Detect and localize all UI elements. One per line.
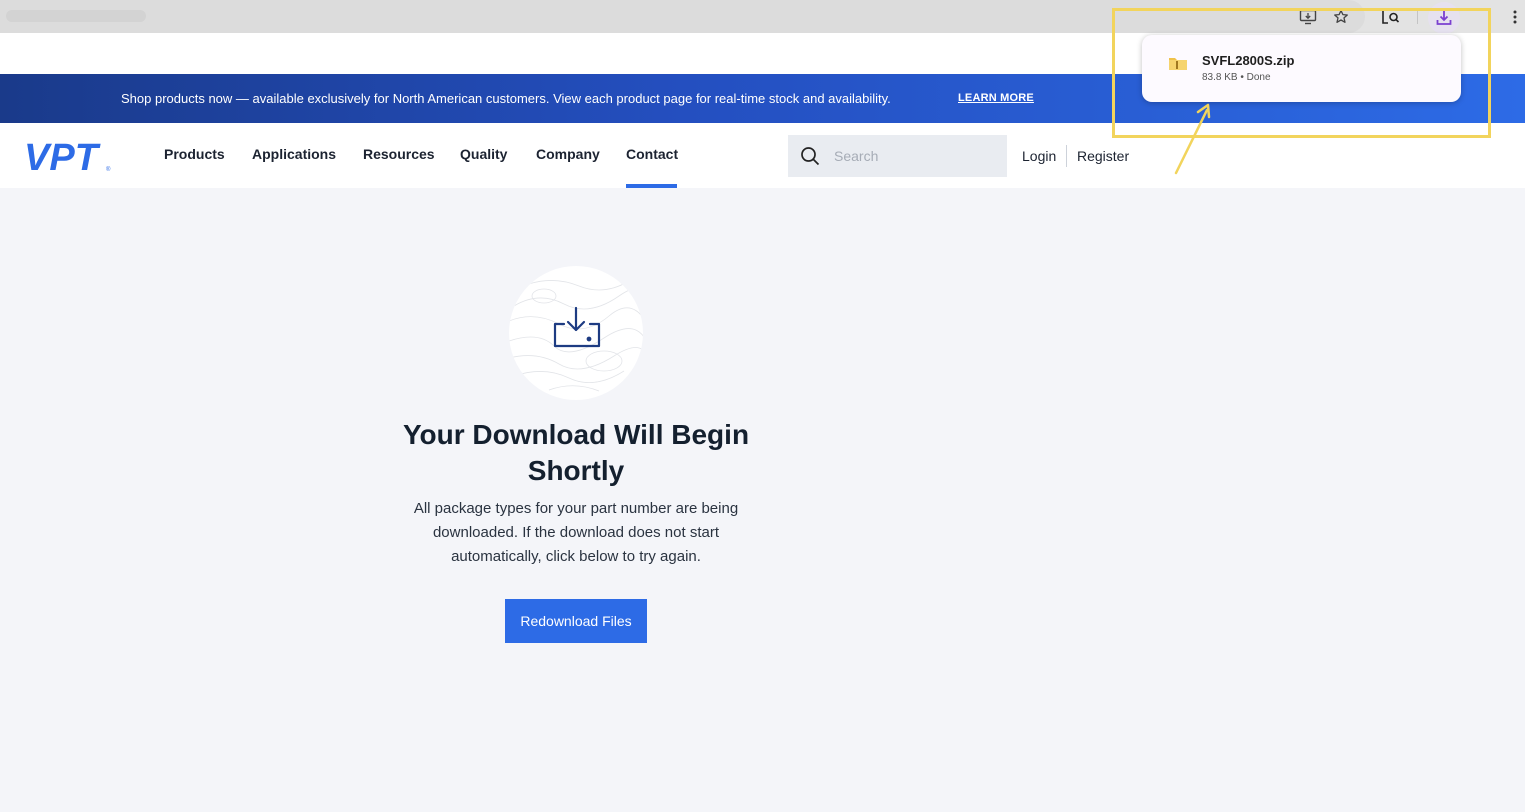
download-file-name[interactable]: SVFL2800S.zip bbox=[1202, 53, 1294, 68]
nav-applications[interactable]: Applications bbox=[252, 146, 336, 162]
toolbar-separator bbox=[1417, 10, 1418, 24]
logo-text: VPT bbox=[24, 139, 101, 173]
zip-folder-icon bbox=[1168, 55, 1188, 76]
search-input[interactable] bbox=[834, 145, 994, 167]
redownload-files-button[interactable]: Redownload Files bbox=[505, 599, 647, 643]
nav-contact[interactable]: Contact bbox=[626, 146, 678, 162]
nav-resources[interactable]: Resources bbox=[363, 146, 435, 162]
install-app-icon[interactable] bbox=[1297, 6, 1319, 28]
register-link[interactable]: Register bbox=[1077, 148, 1129, 164]
address-bar-url-blurred bbox=[6, 10, 146, 22]
login-link[interactable]: Login bbox=[1022, 148, 1056, 164]
download-button[interactable] bbox=[1428, 2, 1460, 34]
address-bar[interactable] bbox=[0, 0, 1365, 33]
search-icon bbox=[800, 146, 820, 171]
download-bubble: SVFL2800S.zip 83.8 KB • Done bbox=[1142, 35, 1461, 102]
nav-quality[interactable]: Quality bbox=[460, 146, 507, 162]
nav-company[interactable]: Company bbox=[536, 146, 600, 162]
banner-text: Shop products now — available exclusivel… bbox=[121, 91, 891, 106]
learn-more-link[interactable]: LEARN MORE bbox=[958, 92, 1034, 104]
inbox-download-icon bbox=[553, 306, 601, 348]
site-navbar: VPT ® Products Applications Resources Qu… bbox=[0, 123, 1525, 188]
bookmark-star-icon[interactable] bbox=[1330, 6, 1352, 28]
nav-active-indicator bbox=[626, 184, 677, 188]
vpt-logo[interactable]: VPT ® bbox=[24, 137, 126, 179]
page-description: All package types for your part number a… bbox=[413, 500, 739, 565]
lens-search-icon[interactable] bbox=[1380, 6, 1402, 28]
login-register-separator bbox=[1066, 145, 1067, 167]
svg-text:®: ® bbox=[106, 166, 111, 173]
download-file-status: 83.8 KB • Done bbox=[1202, 72, 1271, 83]
more-menu-icon[interactable] bbox=[1504, 6, 1525, 28]
search-box[interactable] bbox=[788, 135, 1007, 177]
nav-products[interactable]: Products bbox=[164, 146, 225, 162]
download-icon bbox=[1436, 11, 1452, 25]
page-title: Your Download Will Begin Shortly bbox=[402, 419, 750, 486]
download-illustration bbox=[509, 266, 643, 400]
browser-toolbar bbox=[0, 0, 1525, 34]
